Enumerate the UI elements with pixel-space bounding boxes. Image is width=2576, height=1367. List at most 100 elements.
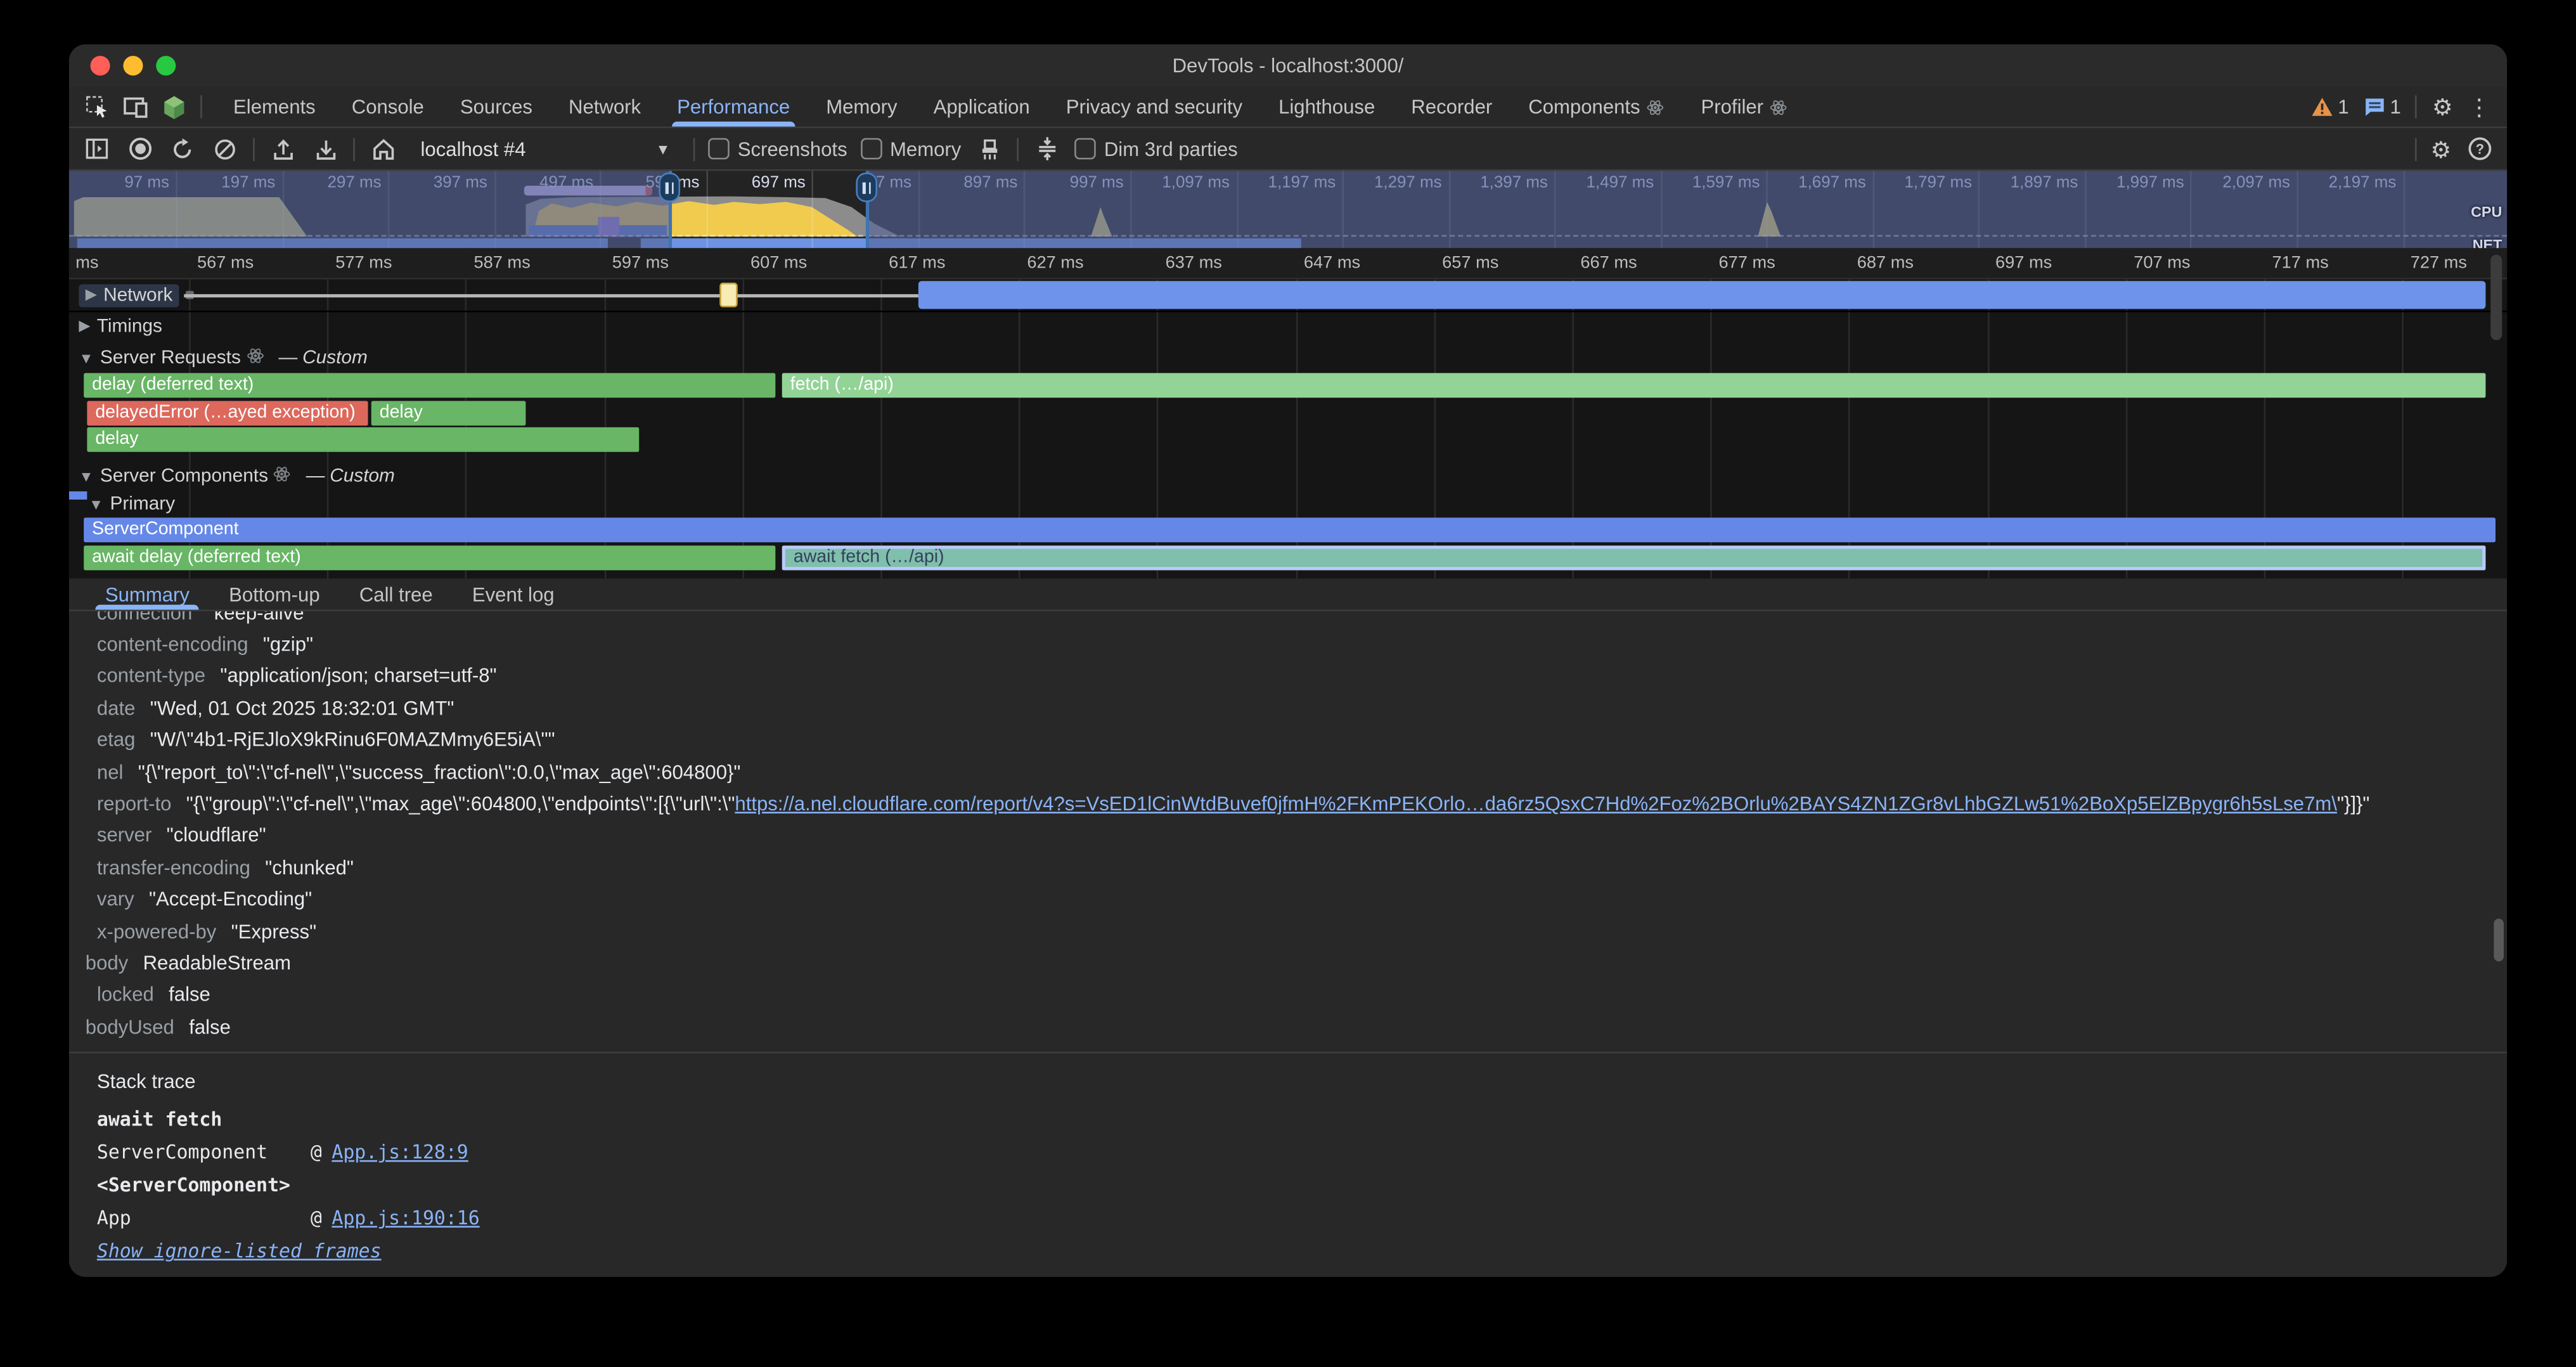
device-toolbar-icon[interactable] — [123, 96, 148, 118]
track-primary-group[interactable]: ▼ Primary — [69, 491, 2507, 517]
collapse-triangle-icon[interactable]: ▶ — [86, 286, 97, 304]
live-metrics-home-icon[interactable] — [368, 134, 398, 164]
devtools-tabbar: ElementsConsoleSourcesNetworkPerformance… — [69, 87, 2507, 128]
ruler-tick-label: 587 ms — [473, 253, 530, 273]
details-tab-event-log[interactable]: Event log — [453, 578, 574, 609]
screenshots-toggle[interactable]: Screenshots — [708, 137, 847, 160]
report-endpoint-link[interactable]: https://a.nel.cloudflare.com/report/v4?s… — [735, 792, 2337, 815]
property-key: content-type — [97, 664, 205, 687]
save-profile-icon[interactable] — [311, 134, 340, 164]
property-value: "{\"report_to\":\"cf-nel\",\"success_fra… — [138, 760, 741, 783]
timeline-event-delayederror-ayed-exception[interactable]: delayedError (…ayed exception) — [87, 401, 368, 425]
collapse-sanitize-icon[interactable] — [1032, 134, 1062, 164]
record-and-reload-button[interactable] — [167, 134, 197, 164]
dim-3rd-parties-toggle[interactable]: Dim 3rd parties — [1074, 137, 1238, 160]
clear-button[interactable] — [210, 134, 240, 164]
selection-handle-left[interactable] — [659, 172, 680, 202]
divider — [1017, 137, 1019, 160]
track-network[interactable]: ▶Network — [69, 280, 2507, 311]
track-server-requests-header[interactable]: ▼ Server Requests — Custom — [69, 344, 2507, 373]
property-value: "application/json; charset=utf-8" — [220, 664, 496, 687]
header-row-content-encoding: content-encoding"gzip" — [69, 628, 2507, 660]
garbage-collect-icon[interactable] — [974, 134, 1004, 164]
event-label: await delay (deferred text) — [92, 547, 301, 567]
help-icon[interactable]: ? — [2464, 134, 2494, 164]
tab-label: Application — [934, 95, 1030, 118]
tab-label: Recorder — [1411, 95, 1492, 118]
collapse-triangle-icon[interactable]: ▶ — [79, 317, 90, 335]
expand-triangle-icon[interactable]: ▼ — [79, 350, 93, 366]
capture-settings-gear-icon[interactable]: ⚙ — [2430, 137, 2451, 160]
event-label: delay — [380, 402, 423, 422]
expand-triangle-icon[interactable]: ▼ — [79, 469, 93, 485]
tab-lighthouse[interactable]: Lighthouse — [1261, 87, 1393, 126]
node-extension-icon[interactable] — [163, 94, 186, 119]
tab-application[interactable]: Application — [915, 87, 1048, 126]
network-request-long[interactable] — [918, 281, 2486, 309]
custom-suffix: Custom — [330, 467, 395, 486]
load-profile-icon[interactable] — [267, 134, 297, 164]
overview-dim-left — [69, 171, 671, 249]
header-row-vary: vary"Accept-Encoding" — [69, 883, 2507, 915]
source-location-link[interactable]: App.js:128:9 — [332, 1141, 468, 1164]
tab-console[interactable]: Console — [333, 87, 442, 126]
timeline-event-delay-deferred-text[interactable]: delay (deferred text) — [84, 373, 775, 398]
tab-label: Components — [1528, 95, 1640, 118]
timeline-ruler[interactable]: ms 567 ms577 ms587 ms597 ms607 ms617 ms6… — [69, 248, 2507, 279]
tab-memory[interactable]: Memory — [808, 87, 915, 126]
track-server-components-header[interactable]: ▼ Server Components — Custom — [69, 462, 2507, 491]
timeline-event-servercomponent[interactable]: ServerComponent — [84, 517, 2496, 542]
memory-checkbox[interactable] — [860, 138, 882, 160]
summary-scrollbar-thumb[interactable] — [2494, 919, 2504, 961]
selection-handle-right[interactable] — [856, 172, 877, 202]
property-key: x-powered-by — [97, 919, 216, 942]
titlebar: DevTools - localhost:3000/ — [69, 44, 2507, 87]
tab-recorder[interactable]: Recorder — [1393, 87, 1510, 126]
ruler-tick-label: 637 ms — [1166, 253, 1222, 273]
history-dropdown[interactable]: localhost #4 ▼ — [411, 136, 680, 162]
ruler-tick-label: 717 ms — [2272, 253, 2329, 273]
event-label: delay (deferred text) — [92, 375, 254, 394]
issues-badge[interactable]: 1 — [2364, 95, 2401, 118]
timeline-event-fetch-api[interactable]: fetch (…/api) — [782, 373, 2486, 398]
ruler-tick-label: 617 ms — [889, 253, 945, 273]
settings-gear-icon[interactable]: ⚙ — [2432, 95, 2453, 118]
timeline-event-await-delay-deferred-text[interactable]: await delay (deferred text) — [84, 545, 775, 570]
details-tab-bottom-up[interactable]: Bottom-up — [209, 578, 340, 609]
tab-sources[interactable]: Sources — [442, 87, 550, 126]
timeline-overview[interactable]: 97 ms197 ms297 ms397 ms497 ms597 ms697 m… — [69, 171, 2507, 249]
tab-network[interactable]: Network — [551, 87, 659, 126]
details-tab-summary[interactable]: Summary — [86, 578, 209, 609]
source-location-link[interactable]: App.js:190:16 — [332, 1207, 479, 1230]
header-row-locked: lockedfalse — [69, 979, 2507, 1011]
toggle-sidebar-icon[interactable] — [82, 134, 112, 164]
timeline-event-delay[interactable]: delay — [87, 428, 639, 453]
property-key: body — [86, 952, 128, 975]
tab-components[interactable]: Components — [1510, 87, 1683, 126]
details-tab-call-tree[interactable]: Call tree — [340, 578, 453, 609]
kebab-menu-icon[interactable]: ⋮ — [2468, 95, 2490, 118]
tab-privacy-and-security[interactable]: Privacy and security — [1048, 87, 1260, 126]
timeline-event-delay[interactable]: delay — [371, 401, 526, 425]
record-button[interactable] — [125, 134, 155, 164]
tab-performance[interactable]: Performance — [659, 87, 808, 126]
track-timings[interactable]: ▶ Timings — [69, 311, 2507, 340]
network-request-short[interactable] — [719, 283, 738, 308]
inspect-element-icon[interactable] — [86, 95, 108, 118]
tab-elements[interactable]: Elements — [216, 87, 334, 126]
details-tabbar: SummaryBottom-upCall treeEvent log — [69, 578, 2507, 611]
frame-name: <ServerComponent> — [97, 1174, 311, 1197]
svg-text:?: ? — [2475, 141, 2483, 157]
primary-group-label: Primary — [110, 495, 175, 514]
property-value: "Wed, 01 Oct 2025 18:32:01 GMT" — [150, 697, 454, 720]
tracks-scrollbar-thumb[interactable] — [2490, 255, 2502, 340]
dim-3rd-parties-checkbox[interactable] — [1074, 138, 1096, 160]
memory-toggle[interactable]: Memory — [860, 137, 961, 160]
warnings-badge[interactable]: 1 — [2312, 95, 2349, 118]
expand-triangle-icon[interactable]: ▼ — [89, 496, 103, 513]
message-icon — [2364, 97, 2385, 117]
screenshots-checkbox[interactable] — [708, 138, 730, 160]
timeline-event-await-fetch-api[interactable]: await fetch (…/api) — [782, 545, 2486, 570]
tab-profiler[interactable]: Profiler — [1683, 87, 1806, 126]
show-ignore-listed-frames-link[interactable]: Show ignore-listed frames — [97, 1240, 382, 1262]
